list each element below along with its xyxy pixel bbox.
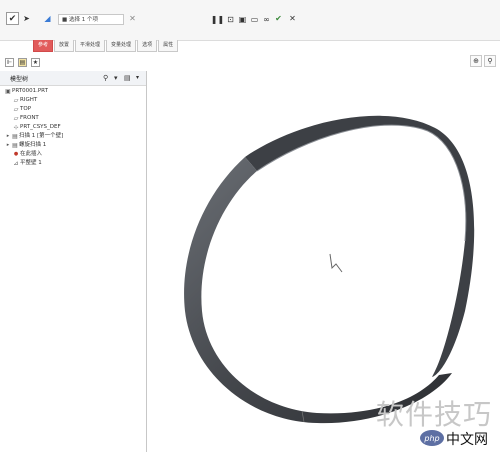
view-tools-icon[interactable]: ⚲ [484, 55, 496, 67]
model-tree-title: 模型树 [10, 76, 29, 83]
clear-icon[interactable]: ✕ [128, 14, 137, 23]
plane-icon: ▱ [13, 115, 19, 122]
favorites-icon[interactable]: ★ [31, 58, 40, 67]
watermark-text: 软件技巧 [375, 398, 492, 431]
tab-variable[interactable]: 变量处理 [106, 40, 137, 52]
zoom-icon[interactable]: ⊕ [470, 55, 482, 67]
sweep-icon: ▤ [12, 133, 18, 140]
tree-item-label: RIGHT [20, 97, 38, 103]
model-tree-panel: 模型树 ⚲ ▾ ▤ ▾ ▣ PRT0001.PRT ▱ RIGHT ▱ TOP … [0, 71, 147, 452]
tree-item-top[interactable]: ▱ TOP [12, 105, 31, 114]
dashboard-tabs: 参考 放置 平滑处理 变量处理 选项 属性 [33, 40, 179, 52]
tree-menu-icon[interactable]: ▾ [136, 74, 139, 81]
tree-item-front[interactable]: ▱ FRONT [12, 114, 39, 123]
tree-item-sweep[interactable]: ▸ ▤ 扫描 1 [第一个壁] [5, 132, 64, 141]
tree-item-label: 螺旋扫描 1 [19, 142, 47, 148]
tree-item-right[interactable]: ▱ RIGHT [12, 96, 38, 105]
pointer-icon[interactable]: ➤ [22, 14, 31, 23]
tab-smoothing[interactable]: 平滑处理 [75, 40, 106, 52]
tree-item-label: 扫描 1 [第一个壁] [19, 133, 64, 139]
check-icon: ✔ [8, 13, 17, 24]
sketch-icon: ▤ [12, 142, 18, 149]
preview-glasses-icon[interactable]: ∞ [262, 15, 271, 24]
verify-icon[interactable]: ▣ [238, 15, 247, 24]
ring-band-front [184, 157, 452, 424]
tree-item-label: FRONT [20, 115, 39, 121]
plane-icon: ▱ [13, 106, 19, 113]
tab-properties[interactable]: 属性 [158, 40, 179, 52]
select-mode-button[interactable]: ✔ [6, 12, 19, 25]
pause-icon[interactable]: ❚❚ [211, 15, 224, 24]
flat-icon: ⊿ [13, 160, 19, 167]
tab-references[interactable]: 参考 [33, 40, 54, 52]
tab-options[interactable]: 选项 [137, 40, 158, 52]
brand-text: 中文网 [446, 432, 488, 448]
model-tree-header: 模型树 ⚲ ▾ ▤ ▾ [0, 71, 146, 86]
tree-settings-icon[interactable]: ▾ [114, 74, 118, 82]
tree-item-label: TOP [20, 106, 32, 112]
reference-icon[interactable]: ◢ [43, 14, 52, 23]
ring-band-back [245, 115, 475, 377]
apply-button[interactable]: ✔ [274, 14, 283, 23]
tree-item-label: PRT0001.PRT [12, 88, 48, 94]
glasses-icon[interactable]: ▭ [250, 15, 259, 24]
cancel-button[interactable]: ✕ [288, 14, 297, 23]
tree-show-icon[interactable]: ▤ [124, 74, 131, 82]
tree-item-helical[interactable]: ▸ ▤ 螺旋扫描 1 [5, 141, 47, 150]
preview-icon[interactable]: ⊡ [226, 15, 235, 24]
tree-item-flat-wall[interactable]: ⊿ 平整壁 1 [12, 159, 42, 168]
model-tree-tab-icon[interactable]: ⊩ [5, 58, 14, 67]
tree-filter-icon[interactable]: ⚲ [103, 74, 108, 82]
navigator-toolbar: ⊩ ▤ ★ [0, 55, 146, 69]
part-icon: ▣ [5, 88, 11, 95]
tree-item-insert-here[interactable]: ● 在此插入 [12, 150, 42, 159]
tree-item-root[interactable]: ▣ PRT0001.PRT [4, 87, 48, 96]
tree-item-label: 平整壁 1 [20, 160, 42, 166]
tree-item-csys[interactable]: ⊹ PRT_CSYS_DEF [12, 123, 61, 132]
folder-browser-icon[interactable]: ▤ [18, 58, 27, 67]
tree-item-label: 在此插入 [20, 151, 43, 157]
csys-icon: ⊹ [13, 124, 19, 131]
tab-placement[interactable]: 放置 [54, 40, 75, 52]
php-logo: php [420, 430, 444, 446]
insert-icon: ● [13, 151, 19, 157]
mouse-cursor-icon [329, 253, 343, 273]
selection-collector[interactable]: ■ 选择 1 个项 [58, 14, 124, 25]
tree-item-label: PRT_CSYS_DEF [20, 124, 61, 130]
plane-icon: ▱ [13, 97, 19, 104]
